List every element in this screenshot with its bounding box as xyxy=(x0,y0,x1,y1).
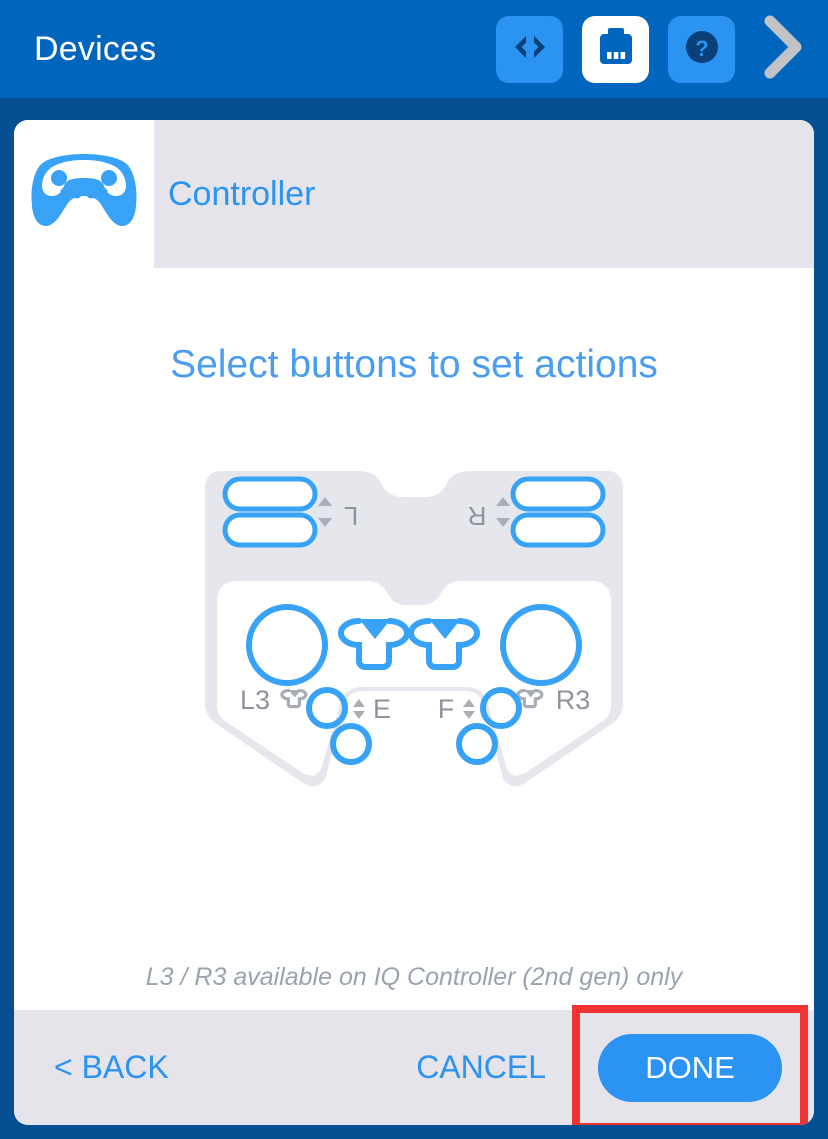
brain-device-icon xyxy=(596,26,636,73)
device-name-label: Controller xyxy=(168,174,316,213)
instruction-heading: Select buttons to set actions xyxy=(170,343,658,386)
gamepad-icon xyxy=(28,150,140,239)
code-view-button[interactable] xyxy=(496,15,563,83)
card-body: Select buttons to set actions L R L3 R3 … xyxy=(14,268,814,1010)
controller-diagram-wrap: L R L3 R3 E F xyxy=(14,453,814,893)
code-icon xyxy=(510,27,550,72)
shoulder-button-l-up[interactable] xyxy=(222,476,318,512)
brain-device-button[interactable] xyxy=(582,15,649,83)
done-button[interactable]: DONE xyxy=(598,1033,782,1102)
button-e-down[interactable] xyxy=(330,723,372,765)
button-f-indicator: F xyxy=(438,694,475,724)
shoulder-l-label: L xyxy=(344,501,358,531)
device-tab-strip: Controller xyxy=(14,120,814,268)
controller-diagram[interactable]: L R L3 R3 E F xyxy=(199,453,629,893)
shoulder-button-r-down[interactable] xyxy=(510,512,606,548)
button-e-label: E xyxy=(373,694,391,724)
app-bar: Devices ? xyxy=(0,0,828,98)
stick-left-label: L3 xyxy=(240,685,270,715)
next-button[interactable] xyxy=(754,14,810,84)
help-question-icon: ? xyxy=(680,25,724,74)
shoulder-r-label: R xyxy=(468,501,487,531)
shoulder-button-l-down[interactable] xyxy=(222,512,318,548)
chevron-right-icon xyxy=(760,15,804,84)
help-button[interactable]: ? xyxy=(668,15,735,83)
button-e-indicator: E xyxy=(353,694,391,724)
app-bar-actions: ? xyxy=(496,14,810,84)
button-f-down[interactable] xyxy=(456,723,498,765)
stick-right-label: R3 xyxy=(556,685,591,715)
device-icon-cell xyxy=(14,120,154,268)
device-card: Controller Select buttons to set actions xyxy=(14,120,814,1125)
shoulder-button-r-up[interactable] xyxy=(510,476,606,512)
page-title: Devices xyxy=(34,29,157,68)
cancel-button[interactable]: CANCEL xyxy=(416,1049,546,1086)
screen-root: Devices ? Controller Select buttons to s… xyxy=(0,0,828,1139)
back-button[interactable]: < BACK xyxy=(54,1049,169,1086)
done-button-holder: DONE xyxy=(572,1004,808,1125)
button-f-label: F xyxy=(438,694,455,724)
svg-text:?: ? xyxy=(695,36,708,61)
device-name-tab[interactable]: Controller xyxy=(154,120,315,268)
card-footer: < BACK CANCEL DONE xyxy=(14,1004,814,1125)
footnote-text: L3 / R3 available on IQ Controller (2nd … xyxy=(145,963,683,991)
